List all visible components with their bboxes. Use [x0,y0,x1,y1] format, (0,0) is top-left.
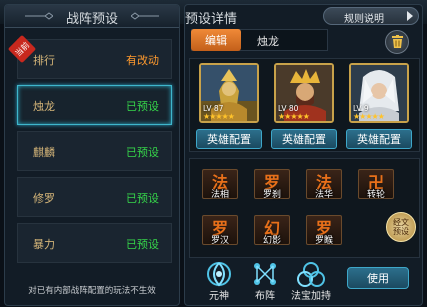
preset-item-name: 麒麟 [33,146,55,159]
rules-button[interactable]: 规则说明 [323,7,419,25]
skill-label: 转轮 [366,190,385,200]
skill-label: 罗汉 [210,236,229,246]
arrow-right-icon [407,11,413,21]
preset-item-name: 烛龙 [33,100,55,113]
hero-lineup: LV 87 ★★★★★ LV 80 ★★★★★ LV 9 ★★★★★ 英雄配置 … [189,58,420,152]
treasure-icon[interactable] [295,260,327,288]
preset-item-status: 有改动 [126,54,159,67]
sutra-preset-button[interactable]: 经文 预设 [386,212,416,242]
preset-item-name: 排行 [33,54,55,67]
footer-note: 对已有内部战阵配置的玩法不生效 [28,286,156,296]
preset-item-qilin[interactable]: 麒麟 已预设 [17,131,172,171]
sutra-preset-label-2: 预设 [393,227,409,236]
edit-button[interactable]: 编辑 [191,29,241,51]
skill-huanying[interactable]: 幻 幻影 [254,215,290,246]
formation-label: 布阵 [255,291,275,302]
treasure-label: 法宝加持 [291,291,331,302]
preset-item-baoli[interactable]: 暴力 已预设 [17,223,172,263]
hero-slot-2[interactable]: LV 80 ★★★★★ [274,63,334,123]
preset-detail-panel: 预设详情 规则说明 编辑 烛龙 LV 87 ★★★★★ LV 80 ★★★★★ … [184,4,423,306]
spirit-label: 元神 [209,291,229,302]
hero-stars: ★★★★★ [353,112,385,121]
formation-preset-panel: 战阵预设 当前 排行 有改动 烛龙 已预设 麒麟 已预设 修罗 已预设 暴力 已… [4,4,180,306]
preset-item-status: 已预设 [126,146,159,159]
preset-item-zhulong[interactable]: 烛龙 已预设 [17,85,172,125]
hero-config-button-1[interactable]: 英雄配置 [196,129,262,149]
skill-faxiang[interactable]: 法 法相 [202,169,238,200]
preset-item-status: 已预设 [126,192,159,205]
preset-item-status: 已预设 [126,100,159,113]
skill-label: 法相 [210,190,229,200]
skill-label: 法华 [314,190,333,200]
preset-name-field: 编辑 烛龙 [191,29,328,51]
sutra-skill-grid: 法 法相 罗 罗刹 法 法华 卍 转轮 罗 罗汉 幻 幻影 罗 罗睺 经文 预设 [189,158,420,258]
preset-item-name: 修罗 [33,192,55,205]
rules-button-label: 规则说明 [344,14,384,25]
preset-item-ranking[interactable]: 排行 有改动 [17,39,172,79]
hero-slot-1[interactable]: LV 87 ★★★★★ [199,63,259,123]
preset-item-xiuluo[interactable]: 修罗 已预设 [17,177,172,217]
use-button[interactable]: 使用 [347,267,409,289]
skill-luohan[interactable]: 罗 罗汉 [202,215,238,246]
delete-button[interactable] [385,30,409,54]
sutra-preset-label-1: 经文 [393,218,409,227]
hero-stars: ★★★★★ [203,112,235,121]
panel-header: 战阵预设 [5,5,179,28]
preset-name: 烛龙 [257,35,279,48]
hero-config-button-3[interactable]: 英雄配置 [346,129,412,149]
preset-item-name: 暴力 [33,238,55,251]
preset-item-status: 已预设 [126,238,159,251]
skill-label: 罗睺 [314,236,333,246]
skill-luosha[interactable]: 罗 罗刹 [254,169,290,200]
trash-icon [391,35,403,48]
skill-zhuanlun[interactable]: 卍 转轮 [358,169,394,200]
detail-title: 预设详情 [185,12,238,27]
skill-label: 幻影 [262,236,281,246]
skill-label: 罗刹 [262,190,281,200]
hero-slot-3[interactable]: LV 9 ★★★★★ [349,63,409,123]
skill-fahua[interactable]: 法 法华 [306,169,342,200]
formation-icon[interactable] [249,260,281,288]
skill-luohou[interactable]: 罗 罗睺 [306,215,342,246]
header-ornament-right-icon [131,12,159,20]
hero-config-button-2[interactable]: 英雄配置 [271,129,337,149]
spirit-icon[interactable] [203,260,235,288]
hero-stars: ★★★★★ [278,112,310,121]
